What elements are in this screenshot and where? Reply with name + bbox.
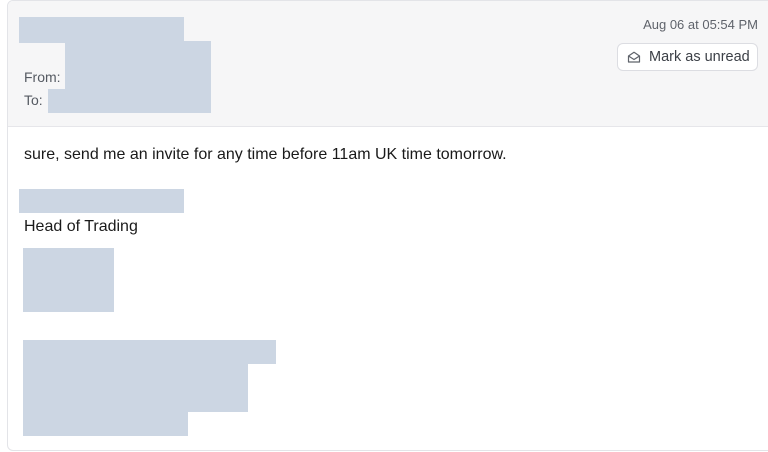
redacted-signature-logo xyxy=(23,248,114,312)
email-message-card: From: To: Aug 06 at 05:54 PM Mark as unr… xyxy=(7,0,768,451)
message-timestamp: Aug 06 at 05:54 PM xyxy=(643,17,758,32)
message-body: sure, send me an invite for any time bef… xyxy=(24,146,507,163)
redacted-signature-line-2 xyxy=(23,364,248,412)
redacted-signature-name xyxy=(19,189,184,213)
redacted-subject xyxy=(19,17,184,43)
redacted-recipient xyxy=(48,89,211,113)
envelope-open-icon xyxy=(627,50,641,64)
redacted-signature-line-1 xyxy=(23,340,276,364)
redacted-signature-line-3 xyxy=(23,412,188,436)
mark-as-unread-button[interactable]: Mark as unread xyxy=(617,43,758,71)
redacted-sender-block xyxy=(65,41,211,91)
to-label: To: xyxy=(24,92,43,108)
signature-title: Head of Trading xyxy=(24,218,138,235)
email-header: From: To: Aug 06 at 05:54 PM Mark as unr… xyxy=(8,1,768,127)
mark-as-unread-label: Mark as unread xyxy=(649,49,750,65)
from-label: From: xyxy=(24,69,61,85)
